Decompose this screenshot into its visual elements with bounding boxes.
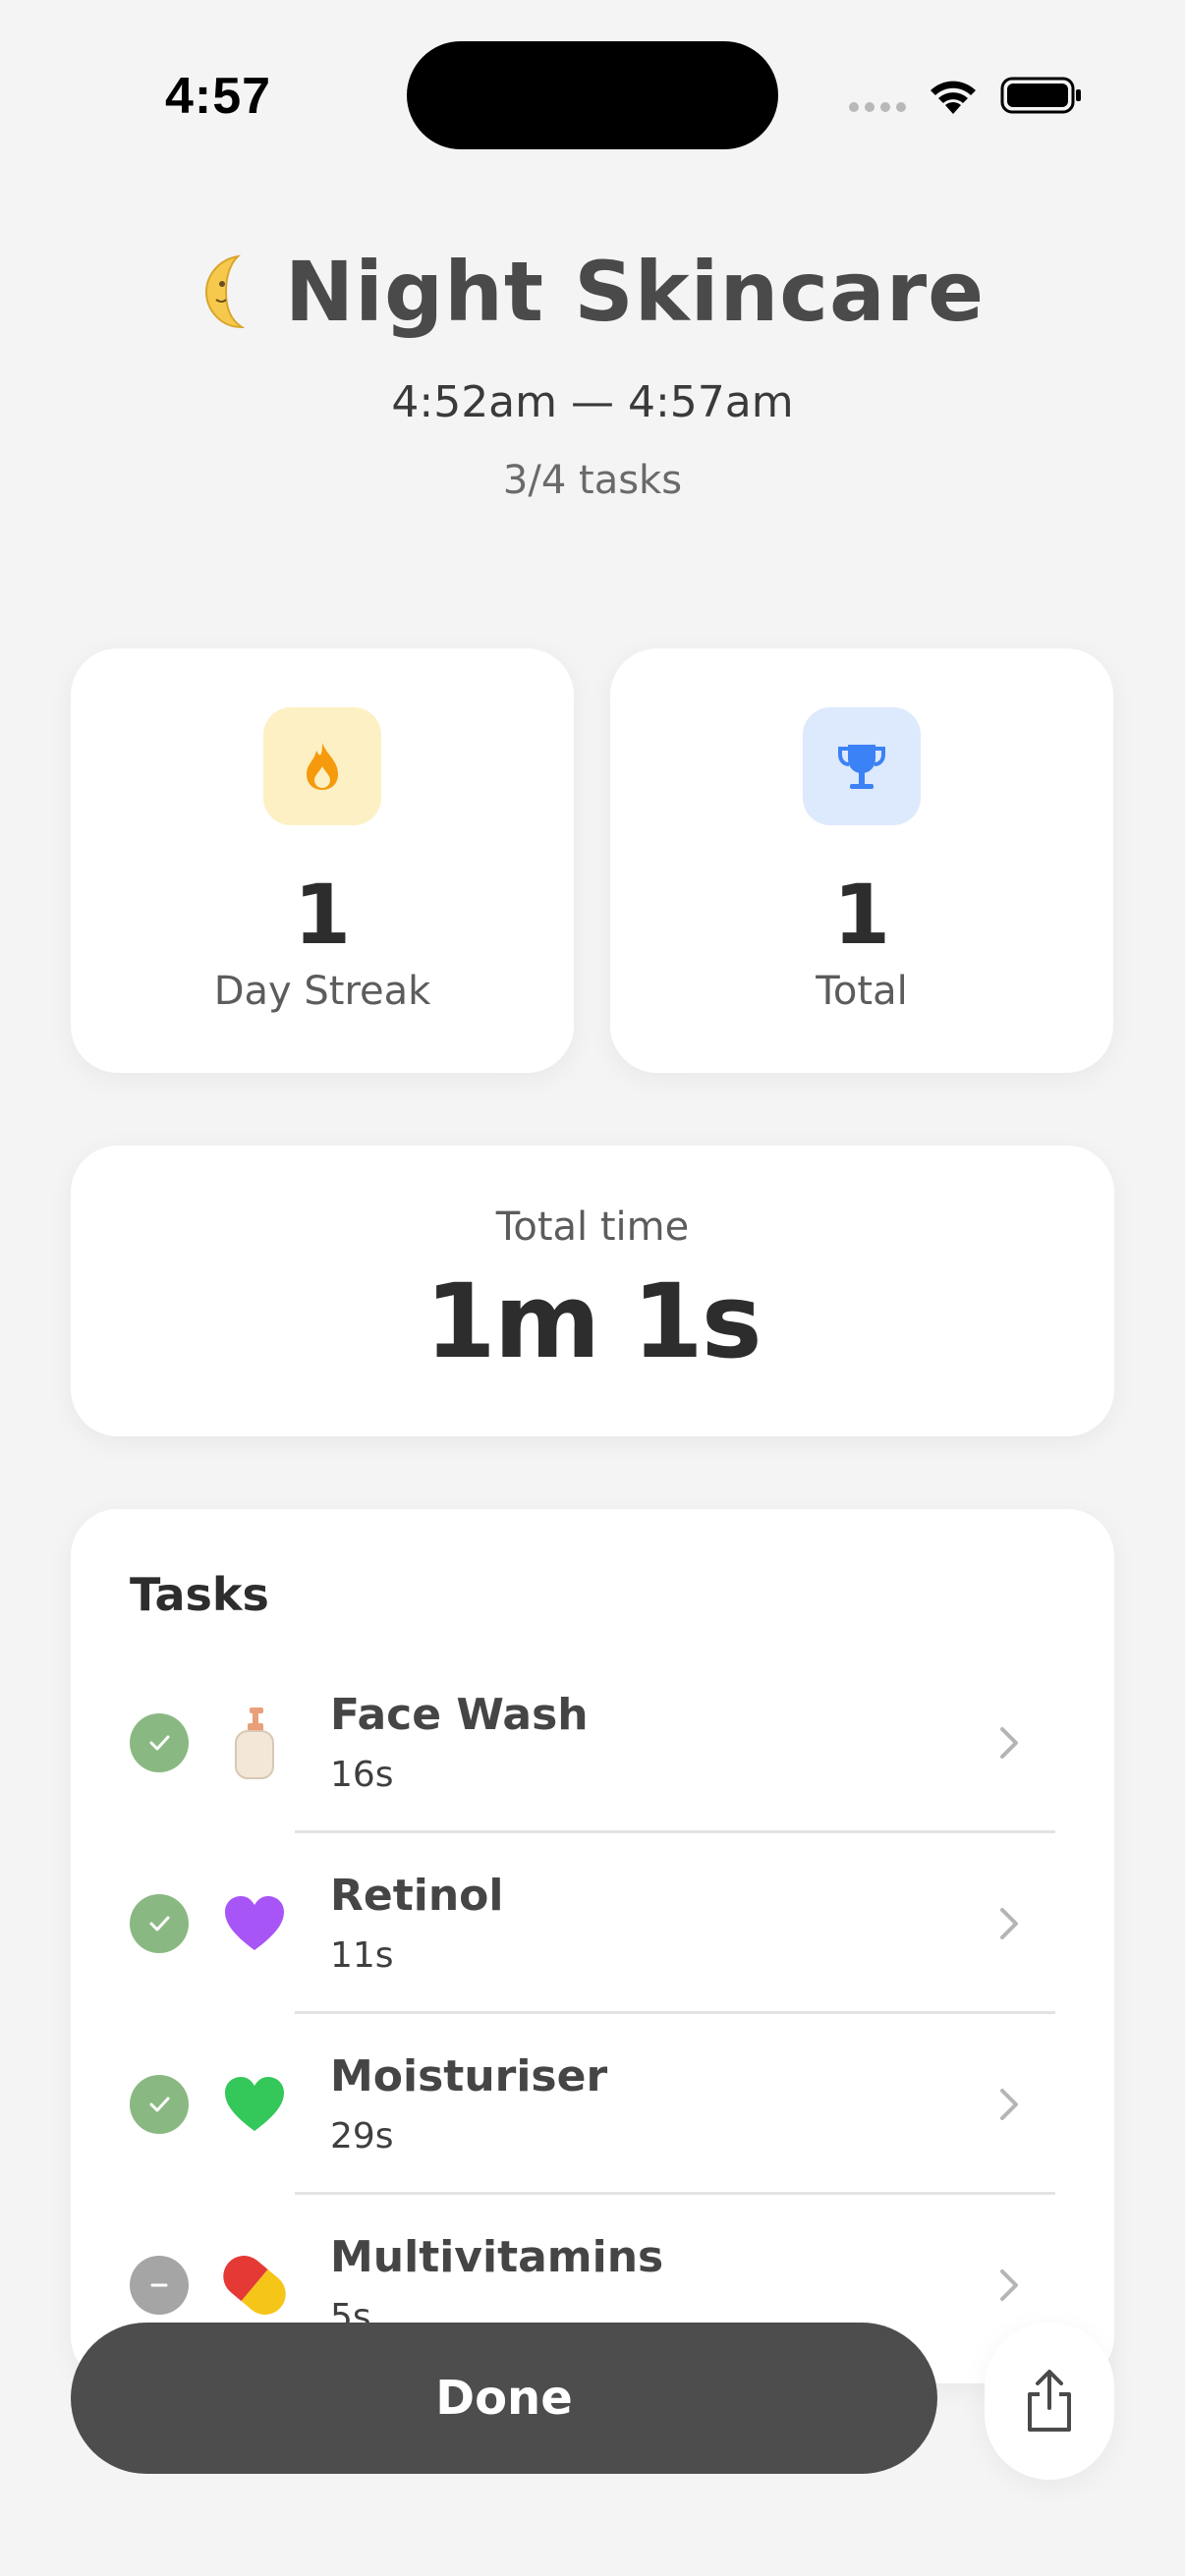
trophy-icon-box — [803, 707, 921, 825]
streak-card: 1 Day Streak — [71, 648, 574, 1073]
pill-icon — [220, 2246, 289, 2324]
total-card: 1 Total — [610, 648, 1113, 1073]
flame-icon — [307, 743, 338, 790]
wifi-icon — [931, 81, 976, 114]
skipped-minus-icon — [130, 2256, 189, 2315]
done-button[interactable]: Done — [71, 2323, 937, 2474]
task-row-face-wash[interactable]: Face Wash 16s — [71, 1652, 1114, 1833]
task-duration: 11s — [330, 1935, 394, 1976]
total-time-label: Total time — [495, 1204, 690, 1250]
signal-dots-icon — [849, 102, 906, 112]
status-bar: 4:57 — [0, 0, 1185, 196]
task-name: Face Wash — [330, 1690, 589, 1740]
trophy-icon — [838, 745, 885, 789]
task-row-moisturiser[interactable]: Moisturiser 29s — [71, 2014, 1114, 2195]
completed-check-icon — [130, 1894, 189, 1953]
tasks-count: 3/4 tasks — [502, 458, 683, 503]
green-heart-icon — [220, 2065, 289, 2144]
streak-icon-box — [263, 707, 381, 825]
session-time-range: 4:52am — 4:57am — [391, 377, 794, 427]
total-time-card: Total time 1m 1s — [71, 1146, 1114, 1436]
total-label: Total — [816, 969, 908, 1014]
lotion-bottle-icon — [220, 1704, 289, 1782]
task-name: Retinol — [330, 1871, 504, 1921]
total-time-value: 1m 1s — [424, 1261, 762, 1381]
task-name: Moisturiser — [330, 2051, 608, 2101]
purple-heart-icon — [220, 1884, 289, 1963]
chevron-right-icon — [1000, 1727, 1018, 1759]
status-time: 4:57 — [165, 68, 272, 125]
completed-check-icon — [130, 1713, 189, 1772]
tasks-card: Tasks Face Wash 16s Retinol 11s Moisturi… — [71, 1509, 1114, 2383]
header-title-row: Night Skincare — [0, 244, 1185, 340]
task-name: Multivitamins — [330, 2232, 664, 2282]
total-value: 1 — [832, 867, 891, 963]
battery-icon — [1000, 77, 1081, 114]
streak-value: 1 — [293, 867, 352, 963]
moon-icon — [204, 254, 246, 329]
chevron-right-icon — [1000, 1908, 1018, 1939]
share-button[interactable] — [985, 2323, 1114, 2480]
chevron-right-icon — [1000, 2089, 1018, 2120]
page-title: Night Skincare — [284, 244, 986, 340]
completed-check-icon — [130, 2075, 189, 2134]
share-icon — [1028, 2370, 1071, 2432]
dynamic-island — [407, 41, 778, 149]
task-duration: 16s — [330, 1755, 394, 1795]
streak-label: Day Streak — [213, 969, 431, 1014]
chevron-right-icon — [1000, 2269, 1018, 2301]
task-duration: 29s — [330, 2116, 394, 2156]
task-row-retinol[interactable]: Retinol 11s — [71, 1833, 1114, 2014]
tasks-heading: Tasks — [130, 1568, 269, 1621]
